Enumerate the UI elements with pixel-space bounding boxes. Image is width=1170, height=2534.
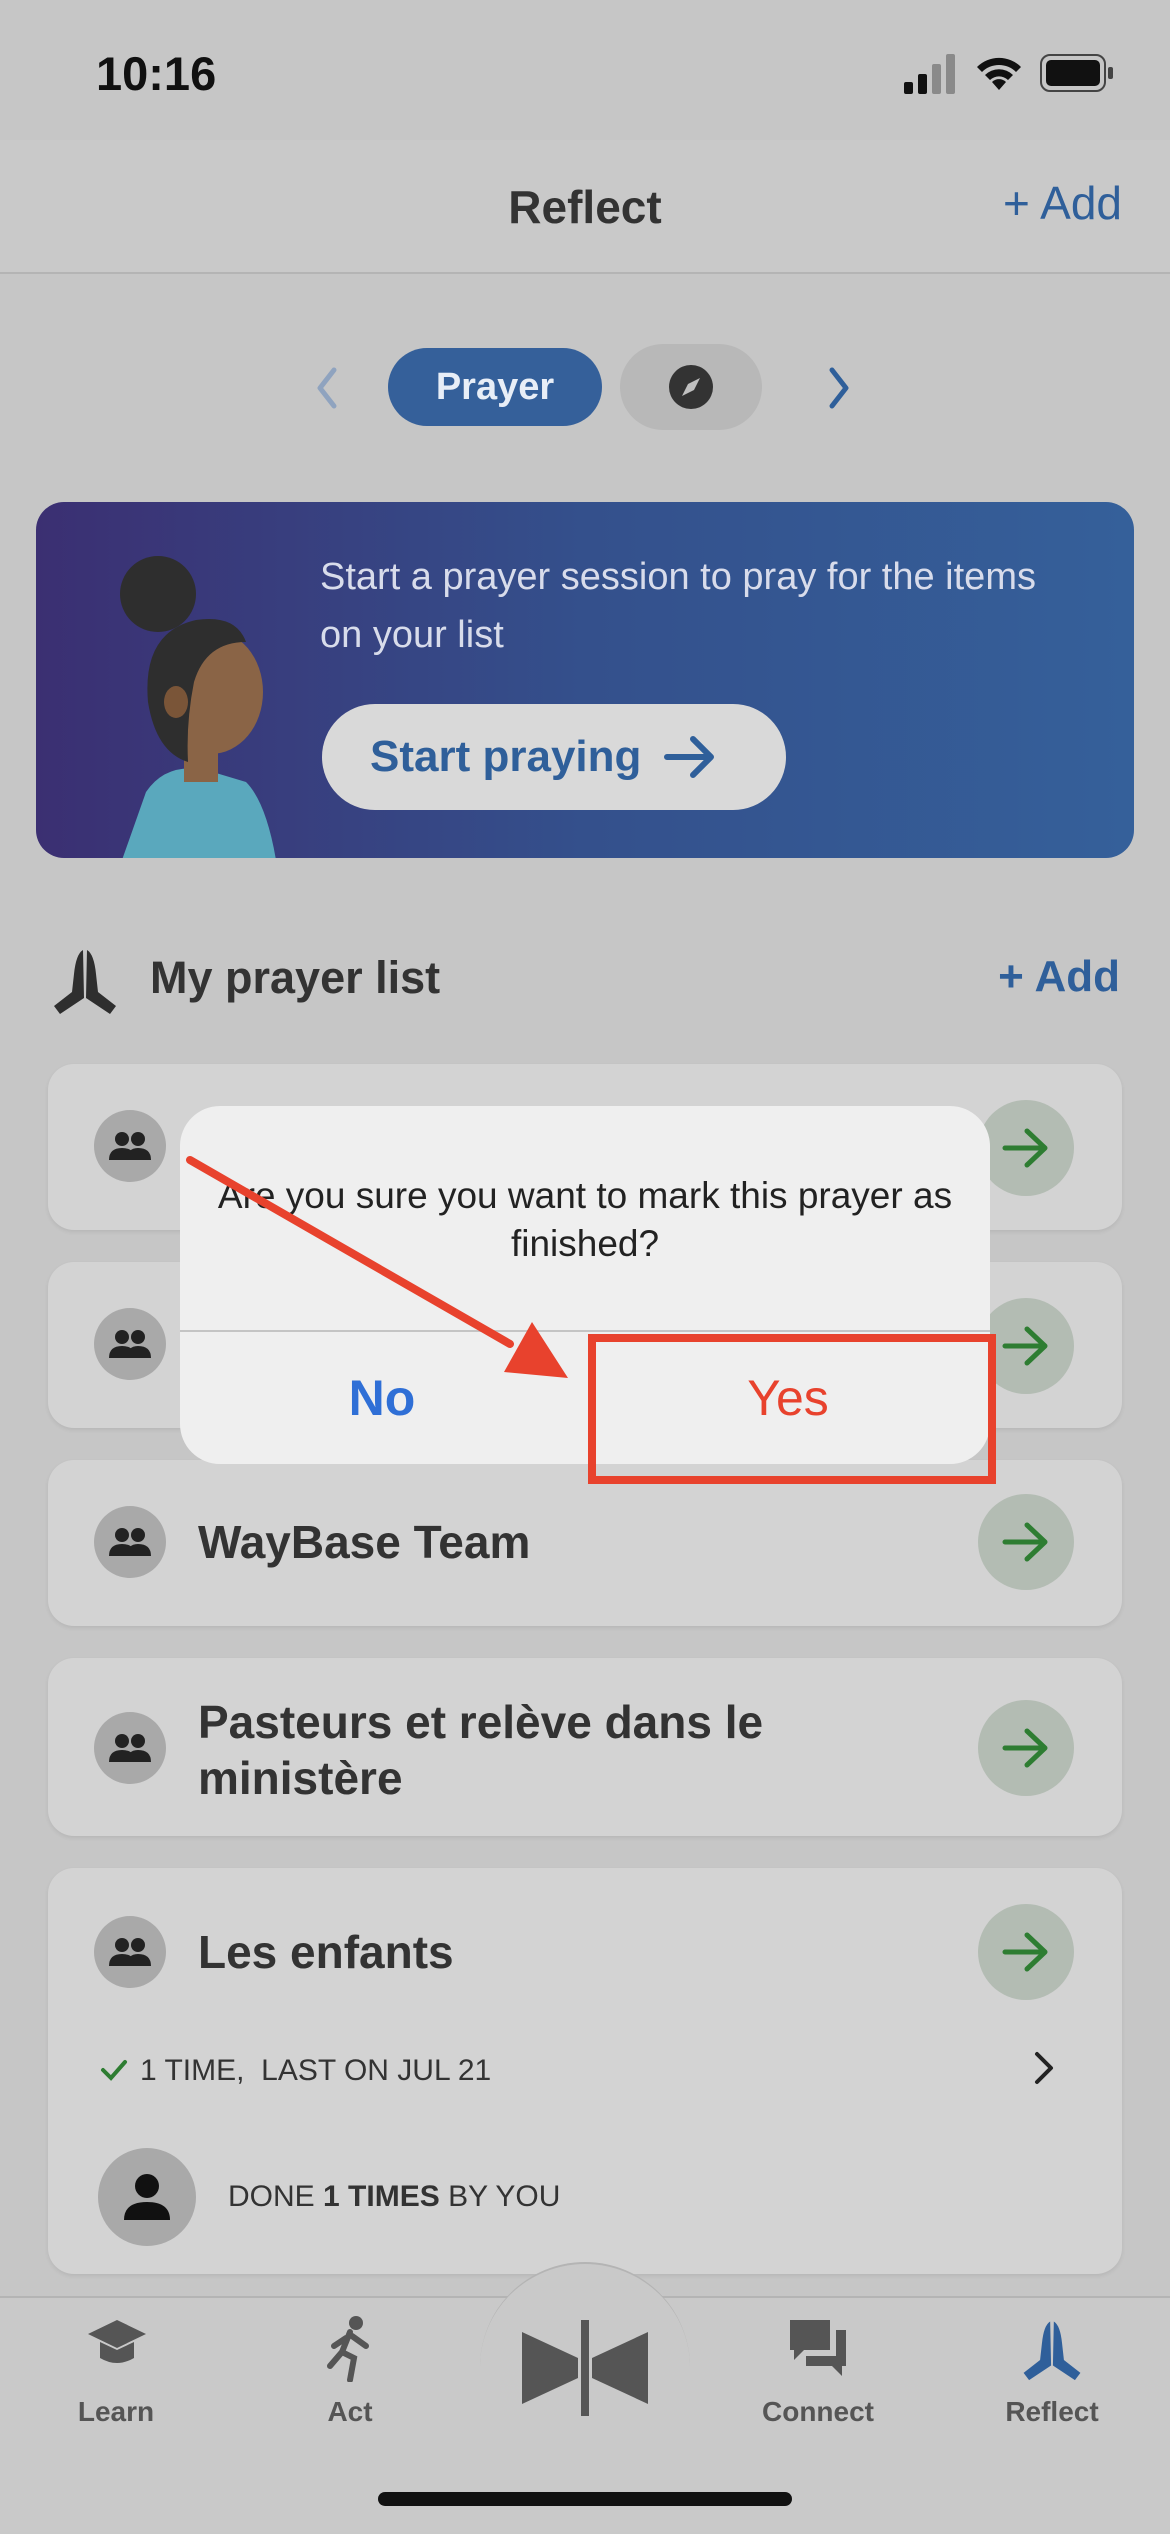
tab-discover[interactable] — [620, 344, 762, 430]
arrow-right-icon — [1002, 1326, 1048, 1366]
tab-reflect[interactable]: Reflect — [952, 2316, 1152, 2446]
highlight-box — [588, 1334, 996, 1484]
tab-connect[interactable]: Connect — [718, 2316, 918, 2446]
battery-icon — [1040, 54, 1113, 92]
open-prayer-button[interactable] — [978, 1904, 1074, 2000]
group-avatar — [94, 1110, 166, 1182]
chevron-left-icon[interactable] — [314, 366, 340, 410]
group-icon — [109, 1132, 151, 1160]
banner-message: Start a prayer session to pray for the i… — [320, 556, 1036, 656]
arrow-right-icon — [1002, 1522, 1048, 1562]
status-time: 10:16 — [96, 47, 217, 100]
arrow-right-icon — [664, 736, 715, 778]
arrow-right-icon — [1002, 1932, 1048, 1972]
open-prayer-button[interactable] — [978, 1700, 1074, 1796]
tab-label: Act — [327, 2396, 373, 2427]
done-summary: DONE 1 TIMES BY YOU — [228, 2180, 560, 2214]
group-icon — [109, 1734, 151, 1762]
tab-learn[interactable]: Learn — [16, 2316, 216, 2446]
tab-label: Reflect — [1005, 2396, 1099, 2427]
annotation-arrow — [186, 1156, 568, 1378]
tab-label: Connect — [762, 2396, 874, 2427]
group-icon — [109, 1330, 151, 1358]
done-suffix: BY YOU — [448, 2180, 561, 2213]
open-prayer-button[interactable] — [978, 1494, 1074, 1590]
open-prayer-button[interactable] — [978, 1100, 1074, 1196]
group-icon — [109, 1528, 151, 1556]
group-avatar — [94, 1916, 166, 1988]
prayer-list-add-button[interactable]: + Add — [998, 952, 1120, 1002]
section-title: My prayer list — [150, 952, 441, 1003]
home-indicator — [378, 2492, 792, 2506]
signal-icon — [904, 54, 955, 94]
praying-hands-icon — [1023, 2321, 1081, 2381]
person-icon — [124, 2174, 170, 2220]
group-icon — [109, 1938, 151, 1966]
prayer-stats: 1 TIME, LAST ON JUL 21 — [140, 2054, 492, 2087]
checkmark-icon — [101, 2060, 127, 2081]
start-praying-label: Start praying — [370, 732, 642, 781]
tab-act[interactable]: Act — [250, 2316, 450, 2446]
prayer-card-title: Pasteurs et relève dans le ministère — [198, 1696, 764, 1804]
header-add-button[interactable]: + Add — [1003, 176, 1122, 230]
start-praying-button[interactable]: Start praying — [322, 704, 786, 810]
done-prefix: DONE — [228, 2180, 315, 2213]
group-avatar — [94, 1712, 166, 1784]
woman-illustration — [120, 556, 276, 858]
arrow-right-icon — [1002, 1728, 1048, 1768]
tab-label: Learn — [77, 2396, 155, 2427]
tab-prayer[interactable]: Prayer — [388, 348, 602, 426]
chevron-right-icon[interactable] — [826, 366, 852, 410]
arrow-right-icon — [1002, 1128, 1048, 1168]
waybase-logo-icon — [522, 2320, 648, 2416]
wifi-icon — [977, 57, 1021, 90]
prayer-card-title: WayBase Team — [198, 1516, 531, 1568]
user-avatar — [98, 2148, 196, 2246]
running-person-icon — [327, 2316, 369, 2382]
chat-bubbles-icon — [790, 2320, 846, 2376]
group-avatar — [94, 1308, 166, 1380]
done-count: 1 TIMES — [323, 2180, 440, 2213]
page-title: Reflect — [508, 181, 662, 233]
graduation-cap-icon — [88, 2320, 146, 2363]
praying-hands-icon — [54, 950, 116, 1014]
compass-icon — [669, 365, 713, 409]
tab-home[interactable] — [518, 2318, 652, 2418]
prayer-card-title: Les enfants — [198, 1926, 454, 1978]
chevron-right-icon[interactable] — [1032, 2050, 1056, 2086]
group-avatar — [94, 1506, 166, 1578]
